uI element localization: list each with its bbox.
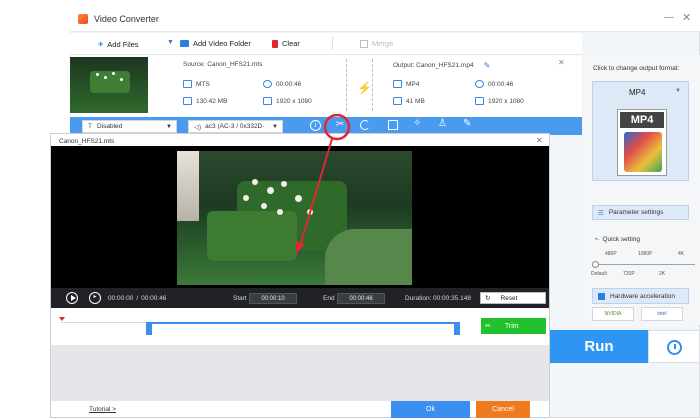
reset-icon: ↻ [485,295,491,302]
duration-value: 00:00:35.148 [433,295,471,302]
trim-selection [149,322,458,324]
playhead-marker[interactable] [59,317,65,321]
trim-timeline: ✂ Trim [51,309,549,345]
start-time-input[interactable]: 00:00:10 [249,293,297,304]
highlight-circle [323,113,351,141]
playback-controls: ▸ 00:00:00 / 00:00:46 Start 00:00:10 End… [51,288,549,308]
total-time: 00:00:46 [141,295,167,302]
tutorial-link[interactable]: Tutorial > [89,406,116,413]
end-label: End [323,295,335,302]
arrow-head [296,241,305,254]
reset-label: Reset [500,294,518,302]
trim-label: Trim [504,322,519,330]
cancel-button[interactable]: Cancel [476,401,530,418]
ok-button[interactable]: Ok [391,401,470,418]
clip-list-area [51,345,549,401]
duration-label: Duration: [405,295,432,302]
trim-button[interactable]: ✂ Trim [481,318,546,334]
playback-time: 00:00:00 / 00:00:46 [108,295,166,302]
end-time-input[interactable]: 00:00:46 [337,293,385,304]
time-separator: / [136,295,139,302]
trim-start-handle[interactable] [146,322,152,335]
annotation-arrow [299,138,333,247]
next-frame-icon[interactable]: ▸ [89,292,101,304]
scissors-icon: ✂ [485,323,491,330]
reset-button[interactable]: ↻ Reset [480,292,546,304]
current-time: 00:00:00 [108,295,134,302]
start-label: Start [233,295,247,302]
play-icon[interactable] [66,292,78,304]
trim-end-handle[interactable] [454,322,460,335]
